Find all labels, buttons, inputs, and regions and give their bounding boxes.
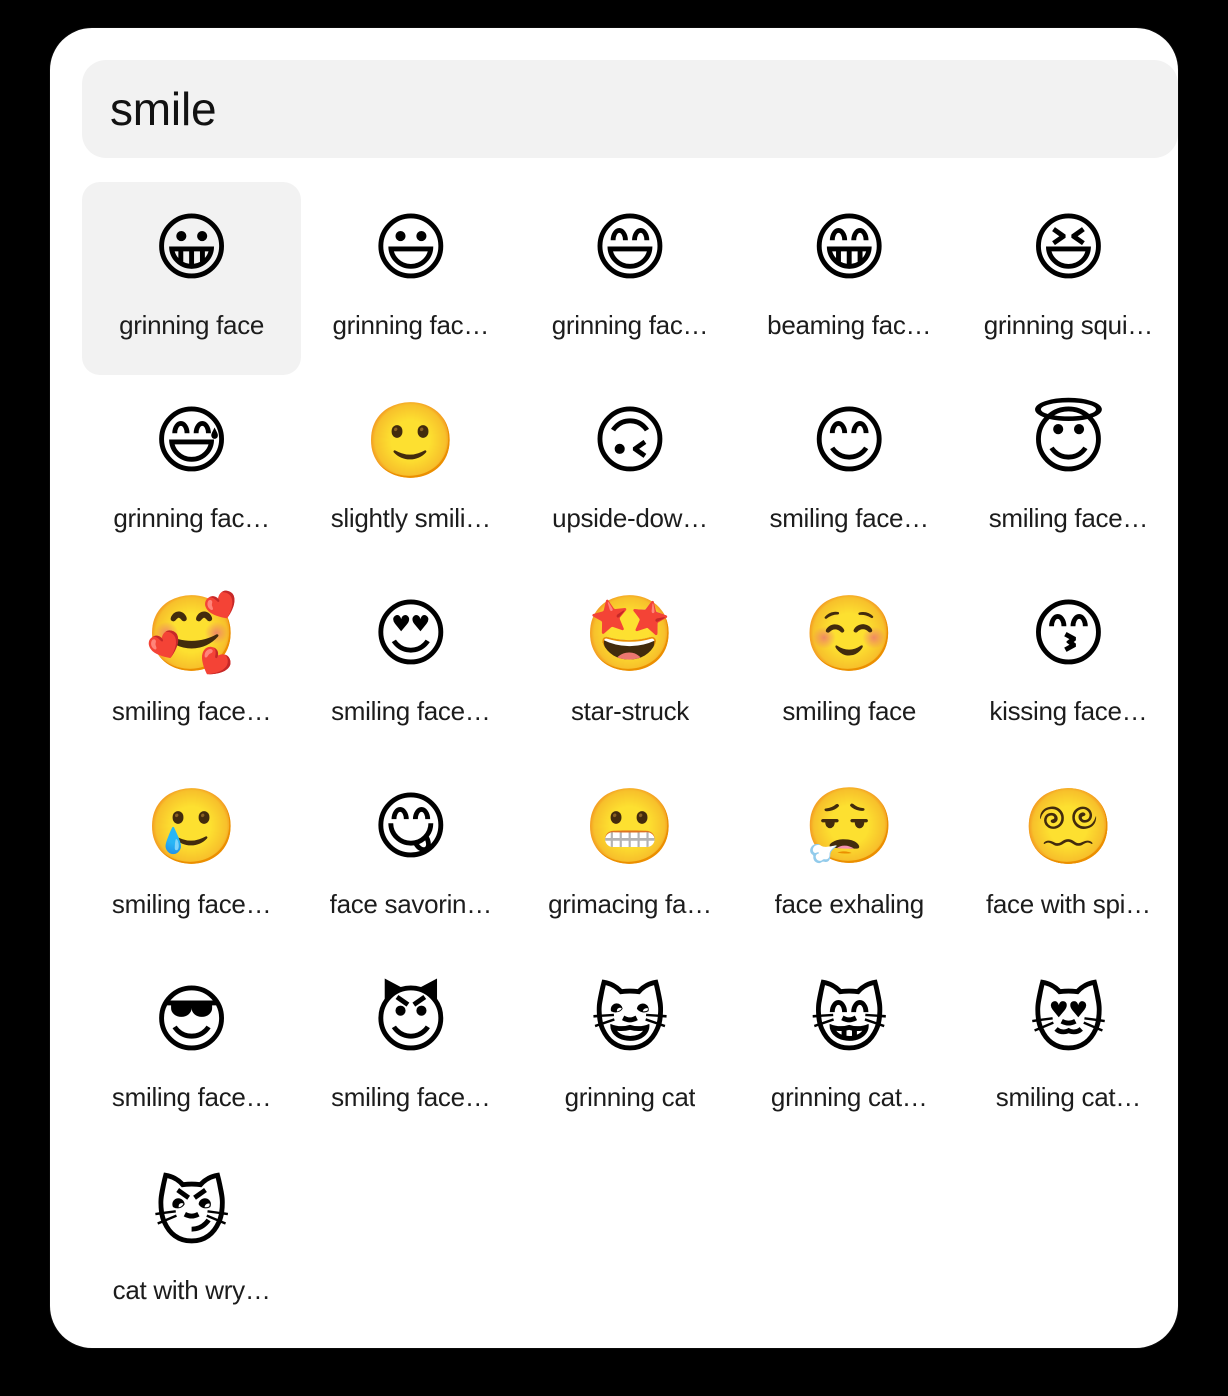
emoji-glyph-icon: 🙂: [364, 398, 457, 484]
emoji-label: grinning cat: [564, 1082, 696, 1112]
emoji-glyph-icon: 😊: [810, 398, 888, 484]
emoji-glyph-icon: 🤩: [583, 591, 677, 677]
emoji-label: star-struck: [570, 696, 690, 726]
emoji-label: smiling face…: [988, 503, 1149, 533]
emoji-glyph-icon: 😙: [1029, 591, 1107, 677]
emoji-label: smiling face…: [331, 1082, 491, 1112]
emoji-glyph-icon: ☺️: [803, 591, 896, 677]
emoji-glyph-icon: 😈: [372, 977, 450, 1063]
picker-backdrop: 😀 grinning face 😃 grinning fac… 😄 grinning fa…: [0, 0, 1228, 1396]
search-input[interactable]: [82, 60, 1178, 158]
emoji-cell[interactable]: 🤩 star-struck: [520, 568, 739, 761]
emoji-label: grinning fac…: [113, 503, 270, 533]
emoji-label: grinning fac…: [332, 310, 490, 340]
emoji-grid: 😀 grinning face 😃 grinning fac… 😄 grinning fa…: [82, 182, 1178, 1340]
emoji-label: smiling face…: [331, 696, 491, 726]
emoji-cell[interactable]: 😆 grinning squi…: [959, 182, 1178, 375]
emoji-cell[interactable]: 😃 grinning fac…: [301, 182, 520, 375]
emoji-label: grimacing fa…: [548, 889, 712, 919]
emoji-glyph-icon: 😁: [810, 205, 888, 291]
emoji-glyph-icon: 😵‍💫: [1022, 784, 1115, 870]
emoji-cell[interactable]: 😎 smiling face…: [82, 954, 301, 1147]
emoji-label: grinning face: [119, 310, 265, 340]
emoji-label: face savorin…: [329, 889, 492, 919]
emoji-label: grinning fac…: [551, 310, 709, 340]
emoji-cell[interactable]: 😻 smiling cat…: [959, 954, 1178, 1147]
emoji-label: upside-dow…: [552, 503, 708, 533]
emoji-glyph-icon: 😃: [372, 205, 450, 291]
emoji-glyph-icon: 😸: [810, 977, 888, 1063]
emoji-cell[interactable]: 🙃 upside-dow…: [520, 375, 739, 568]
emoji-glyph-icon: 😎: [153, 977, 231, 1063]
search-row: [82, 60, 1178, 158]
emoji-cell[interactable]: 😺 grinning cat: [520, 954, 739, 1147]
emoji-glyph-icon: 😆: [1029, 205, 1107, 291]
emoji-cell[interactable]: ☺️ smiling face: [740, 568, 959, 761]
emoji-glyph-icon: 😬: [583, 784, 677, 870]
emoji-glyph-icon: 😺: [591, 977, 669, 1063]
emoji-picker-card: 😀 grinning face 😃 grinning fac… 😄 grinning fa…: [50, 28, 1178, 1348]
emoji-label: slightly smili…: [330, 503, 491, 533]
emoji-cell[interactable]: 🙂 slightly smili…: [301, 375, 520, 568]
emoji-glyph-icon: 😅: [153, 398, 231, 484]
emoji-glyph-icon: 😍: [372, 591, 450, 677]
emoji-label: smiling face…: [111, 889, 272, 919]
emoji-label: face with spi…: [985, 889, 1151, 919]
emoji-cell[interactable]: 😄 grinning fac…: [520, 182, 739, 375]
emoji-cell[interactable]: 😋 face savorin…: [301, 761, 520, 954]
emoji-glyph-icon: 😻: [1029, 977, 1107, 1063]
emoji-label: grinning squi…: [983, 310, 1153, 340]
emoji-cell[interactable]: 😸 grinning cat…: [740, 954, 959, 1147]
emoji-cell[interactable]: 😈 smiling face…: [301, 954, 520, 1147]
emoji-cell[interactable]: 😬 grimacing fa…: [520, 761, 739, 954]
emoji-glyph-icon: 😋: [372, 784, 450, 870]
emoji-cell[interactable]: 😅 grinning fac…: [82, 375, 301, 568]
emoji-cell[interactable]: 😁 beaming fac…: [740, 182, 959, 375]
emoji-cell[interactable]: 🥰 smiling face…: [82, 568, 301, 761]
emoji-cell[interactable]: 😊 smiling face…: [740, 375, 959, 568]
emoji-glyph-icon: 😄: [591, 205, 669, 291]
emoji-glyph-icon: 😼: [153, 1170, 231, 1256]
emoji-glyph-icon: 🥰: [145, 591, 238, 677]
emoji-glyph-icon: 🥲: [145, 784, 238, 870]
emoji-label: beaming fac…: [767, 310, 932, 340]
emoji-label: smiling face…: [769, 503, 929, 533]
emoji-label: cat with wry…: [112, 1275, 271, 1305]
emoji-cell[interactable]: 😀 grinning face: [82, 182, 302, 375]
emoji-cell[interactable]: 🥲 smiling face…: [82, 761, 301, 954]
emoji-glyph-icon: 🙃: [591, 398, 669, 484]
emoji-label: kissing face…: [989, 696, 1148, 726]
emoji-glyph-icon: 😇: [1029, 398, 1107, 484]
emoji-cell[interactable]: 😇 smiling face…: [959, 375, 1178, 568]
emoji-label: smiling face: [782, 696, 917, 726]
emoji-label: smiling face…: [111, 696, 272, 726]
emoji-glyph-icon: 😮‍💨: [803, 784, 896, 870]
emoji-label: face exhaling: [774, 889, 924, 919]
emoji-label: smiling face…: [111, 1082, 272, 1112]
emoji-cell[interactable]: 😍 smiling face…: [301, 568, 520, 761]
emoji-cell[interactable]: 😼 cat with wry…: [82, 1147, 301, 1340]
emoji-glyph-icon: 😀: [153, 205, 231, 291]
emoji-cell[interactable]: 😙 kissing face…: [959, 568, 1178, 761]
emoji-label: smiling cat…: [995, 1082, 1141, 1112]
emoji-cell[interactable]: 😮‍💨 face exhaling: [740, 761, 959, 954]
emoji-cell[interactable]: 😵‍💫 face with spi…: [959, 761, 1178, 954]
emoji-label: grinning cat…: [770, 1082, 928, 1112]
